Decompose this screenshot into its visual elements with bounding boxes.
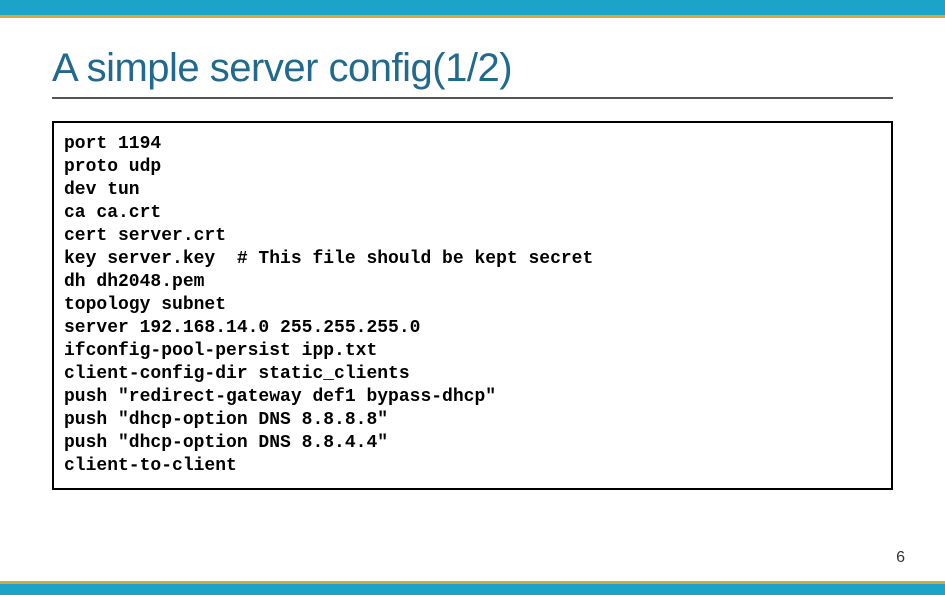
top-accent-bar: [0, 0, 945, 18]
config-code-box: port 1194 proto udp dev tun ca ca.crt ce…: [52, 121, 893, 490]
config-code: port 1194 proto udp dev tun ca ca.crt ce…: [64, 133, 881, 478]
slide-title: A simple server config(1/2): [52, 46, 893, 99]
bottom-accent-bar: [0, 581, 945, 595]
page-number: 6: [896, 549, 905, 567]
slide-content: A simple server config(1/2) port 1194 pr…: [0, 18, 945, 490]
